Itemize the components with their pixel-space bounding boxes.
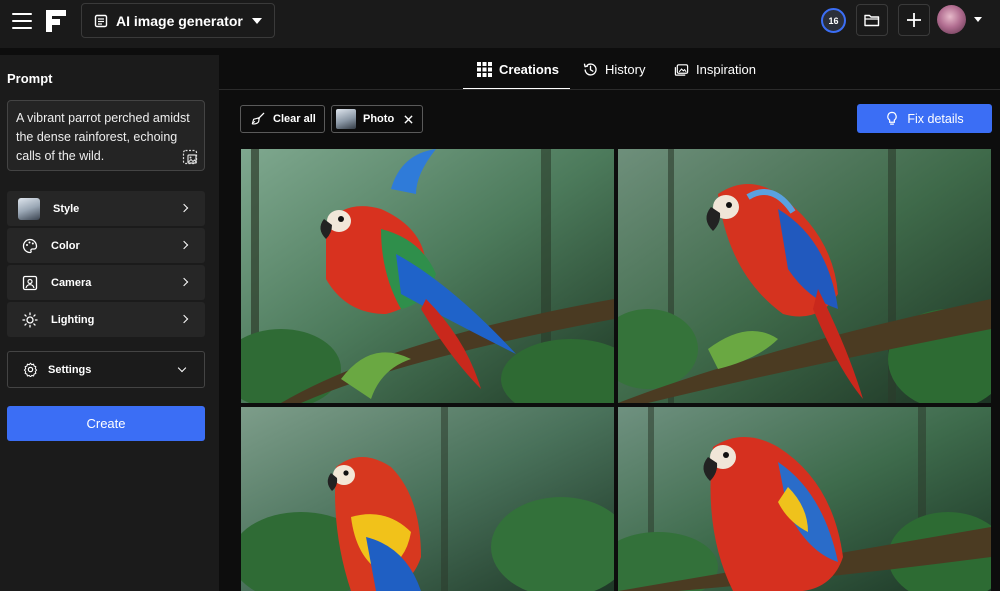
sun-icon — [22, 311, 38, 328]
left-panel: Prompt A vibrant parrot perched amidst t… — [0, 55, 219, 591]
tool-selector-label: AI image generator — [116, 12, 243, 29]
photo-style-thumbnail — [336, 109, 356, 129]
camera-option[interactable]: Camera — [7, 265, 205, 300]
style-label: Style — [53, 202, 80, 215]
tab-history-label: History — [605, 62, 646, 77]
hamburger-menu-icon[interactable] — [12, 13, 32, 29]
prompt-heading: Prompt — [7, 71, 53, 86]
plus-icon — [907, 13, 921, 27]
chevron-down-icon[interactable] — [974, 17, 982, 22]
tab-inspiration-label: Inspiration — [696, 62, 756, 77]
lightbulb-icon — [887, 111, 898, 125]
image-grid — [241, 149, 991, 591]
color-label: Color — [51, 239, 80, 252]
history-icon — [583, 63, 597, 76]
user-avatar[interactable] — [937, 5, 966, 34]
main-area: Creations History Inspiration Clear all … — [219, 48, 1000, 591]
photo-filter-chip[interactable]: Photo — [331, 105, 423, 133]
tab-inspiration[interactable]: Inspiration — [674, 62, 756, 90]
photo-filter-label: Photo — [363, 113, 395, 125]
color-option[interactable]: Color — [7, 228, 205, 263]
chevron-down-icon — [252, 18, 262, 24]
chevron-right-icon — [179, 240, 189, 250]
top-bar: AI image generator 16 — [0, 0, 1000, 48]
settings-label: Settings — [48, 363, 92, 376]
chevron-right-icon — [179, 203, 189, 213]
tab-history[interactable]: History — [583, 62, 645, 90]
broom-icon — [251, 112, 265, 125]
lighting-option[interactable]: Lighting — [7, 302, 205, 337]
clear-all-label: Clear all — [273, 113, 316, 125]
gear-icon — [23, 362, 38, 377]
tab-creations-label: Creations — [499, 62, 559, 77]
generated-image-1[interactable] — [241, 149, 614, 403]
chevron-down-icon — [177, 363, 187, 373]
clear-all-button[interactable]: Clear all — [240, 105, 325, 133]
generated-image-3[interactable] — [241, 407, 614, 591]
palette-icon — [22, 238, 38, 253]
prompt-text: A vibrant parrot perched amidst the dens… — [16, 111, 190, 163]
generated-image-2[interactable] — [618, 149, 991, 403]
folder-button[interactable] — [856, 4, 888, 36]
add-button[interactable] — [898, 4, 930, 36]
tab-creations[interactable]: Creations — [463, 62, 570, 90]
folder-icon — [864, 14, 880, 27]
inspiration-icon — [674, 64, 689, 76]
document-icon — [94, 14, 108, 27]
chevron-right-icon — [179, 277, 189, 287]
fix-details-button[interactable]: Fix details — [857, 104, 992, 133]
camera-label: Camera — [51, 276, 92, 289]
style-option[interactable]: Style — [7, 191, 205, 226]
camera-frame-icon — [22, 275, 38, 290]
prompt-textarea[interactable]: A vibrant parrot perched amidst the dens… — [7, 100, 205, 171]
tab-divider — [219, 89, 1000, 90]
app-logo[interactable] — [46, 10, 66, 32]
chevron-right-icon — [179, 314, 189, 324]
create-button[interactable]: Create — [7, 406, 205, 441]
generated-image-4[interactable] — [618, 407, 991, 591]
settings-dropdown[interactable]: Settings — [7, 351, 205, 388]
lighting-label: Lighting — [51, 313, 95, 326]
style-thumbnail — [18, 197, 40, 220]
grid-icon — [477, 62, 492, 77]
image-upload-icon[interactable] — [182, 149, 198, 165]
close-icon[interactable] — [404, 115, 413, 124]
tool-selector-dropdown[interactable]: AI image generator — [81, 3, 275, 38]
tab-bar: Creations History Inspiration — [219, 48, 1000, 90]
fix-details-label: Fix details — [907, 111, 964, 126]
credits-badge[interactable]: 16 — [821, 8, 846, 33]
